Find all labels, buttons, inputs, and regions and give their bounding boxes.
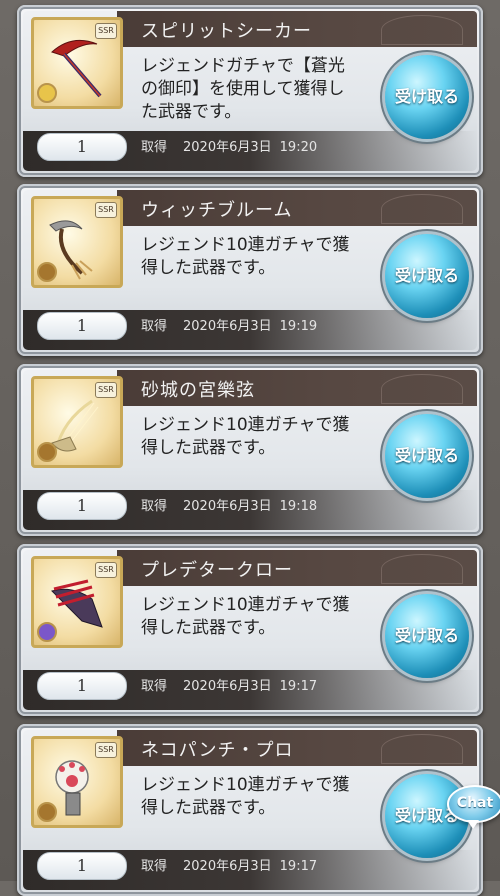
acquired-date: 2020年6月3日 (183, 679, 272, 694)
ssr-badge: SSR (95, 382, 117, 398)
acquired-label: 取得 (141, 319, 168, 334)
acquired-timestamp: 取得 2020年6月3日 19:18 (141, 495, 317, 514)
acquired-timestamp: 取得 2020年6月3日 19:20 (141, 136, 317, 155)
ornament-icon (381, 374, 463, 404)
item-name: ネコパンチ・プロ (141, 740, 294, 761)
description-line: の御印】を使用して獲得し (141, 79, 345, 99)
acquired-label: 取得 (141, 140, 168, 155)
receive-button[interactable]: 受け取る (385, 594, 469, 678)
element-icon (37, 622, 57, 642)
gift-card: SSR ウィッチブルーム レジェンド10連ガチャで獲 得した武器です。 1 取得… (17, 184, 483, 356)
acquired-time: 19:17 (279, 679, 318, 694)
quantity-field: 1 (37, 133, 127, 161)
description-line: レジェンドガチャで【蒼光 (141, 56, 345, 76)
acquired-label: 取得 (141, 499, 168, 514)
weapon-thumbnail[interactable]: SSR (31, 736, 123, 828)
gift-card: SSR スピリットシーカー レジェンドガチャで【蒼光 の御印】を使用して獲得し … (17, 5, 483, 177)
gift-card: SSR プレデタークロー レジェンド10連ガチャで獲 得した武器です。 1 取得… (17, 544, 483, 716)
acquired-date: 2020年6月3日 (183, 499, 272, 514)
item-description: レジェンド10連ガチャで獲 得した武器です。 (141, 234, 387, 280)
acquired-time: 19:19 (279, 319, 318, 334)
gift-card: SSR ネコパンチ・プロ レジェンド10連ガチャで獲 得した武器です。 1 取得… (17, 724, 483, 896)
description-line: レジェンド10連ガチャで獲 (141, 595, 350, 615)
description-line: た武器です。 (141, 102, 242, 122)
element-icon (37, 802, 57, 822)
element-icon (37, 442, 57, 462)
acquired-time: 19:20 (279, 140, 318, 155)
acquired-label: 取得 (141, 679, 168, 694)
acquired-timestamp: 取得 2020年6月3日 19:17 (141, 855, 317, 874)
description-line: 得した武器です。 (141, 618, 276, 638)
description-line: 得した武器です。 (141, 798, 276, 818)
ssr-badge: SSR (95, 742, 117, 758)
description-line: 得した武器です。 (141, 258, 276, 278)
weapon-thumbnail[interactable]: SSR (31, 376, 123, 468)
ssr-badge: SSR (95, 562, 117, 578)
item-name: ウィッチブルーム (141, 200, 293, 221)
receive-button[interactable]: 受け取る (385, 55, 469, 139)
ornament-icon (381, 194, 463, 224)
receive-button[interactable]: 受け取る (385, 234, 469, 318)
description-line: レジェンド10連ガチャで獲 (141, 415, 350, 435)
chat-button[interactable]: Chat (447, 785, 500, 829)
ssr-badge: SSR (95, 23, 117, 39)
acquired-label: 取得 (141, 859, 168, 874)
acquired-timestamp: 取得 2020年6月3日 19:17 (141, 675, 317, 694)
item-name: スピリットシーカー (141, 21, 312, 42)
acquired-date: 2020年6月3日 (183, 140, 272, 155)
ornament-icon (381, 554, 463, 584)
ornament-icon (381, 15, 463, 45)
quantity-field: 1 (37, 492, 127, 520)
element-icon (37, 83, 57, 103)
ornament-icon (381, 734, 463, 764)
description-line: 得した武器です。 (141, 438, 276, 458)
element-icon (37, 262, 57, 282)
item-name: プレデタークロー (141, 560, 293, 581)
quantity-field: 1 (37, 852, 127, 880)
receive-button[interactable]: 受け取る (385, 414, 469, 498)
acquired-date: 2020年6月3日 (183, 859, 272, 874)
weapon-thumbnail[interactable]: SSR (31, 196, 123, 288)
quantity-field: 1 (37, 672, 127, 700)
weapon-thumbnail[interactable]: SSR (31, 17, 123, 109)
description-line: レジェンド10連ガチャで獲 (141, 775, 350, 795)
item-name: 砂城の宮樂弦 (141, 380, 255, 401)
item-description: レジェンド10連ガチャで獲 得した武器です。 (141, 774, 387, 820)
item-description: レジェンド10連ガチャで獲 得した武器です。 (141, 594, 387, 640)
ssr-badge: SSR (95, 202, 117, 218)
acquired-timestamp: 取得 2020年6月3日 19:19 (141, 315, 317, 334)
gift-card: SSR 砂城の宮樂弦 レジェンド10連ガチャで獲 得した武器です。 1 取得 20… (17, 364, 483, 536)
description-line: レジェンド10連ガチャで獲 (141, 235, 350, 255)
quantity-field: 1 (37, 312, 127, 340)
acquired-time: 19:18 (279, 499, 318, 514)
item-description: レジェンドガチャで【蒼光 の御印】を使用して獲得し た武器です。 (141, 55, 387, 124)
item-description: レジェンド10連ガチャで獲 得した武器です。 (141, 414, 387, 460)
weapon-thumbnail[interactable]: SSR (31, 556, 123, 648)
acquired-date: 2020年6月3日 (183, 319, 272, 334)
acquired-time: 19:17 (279, 859, 318, 874)
